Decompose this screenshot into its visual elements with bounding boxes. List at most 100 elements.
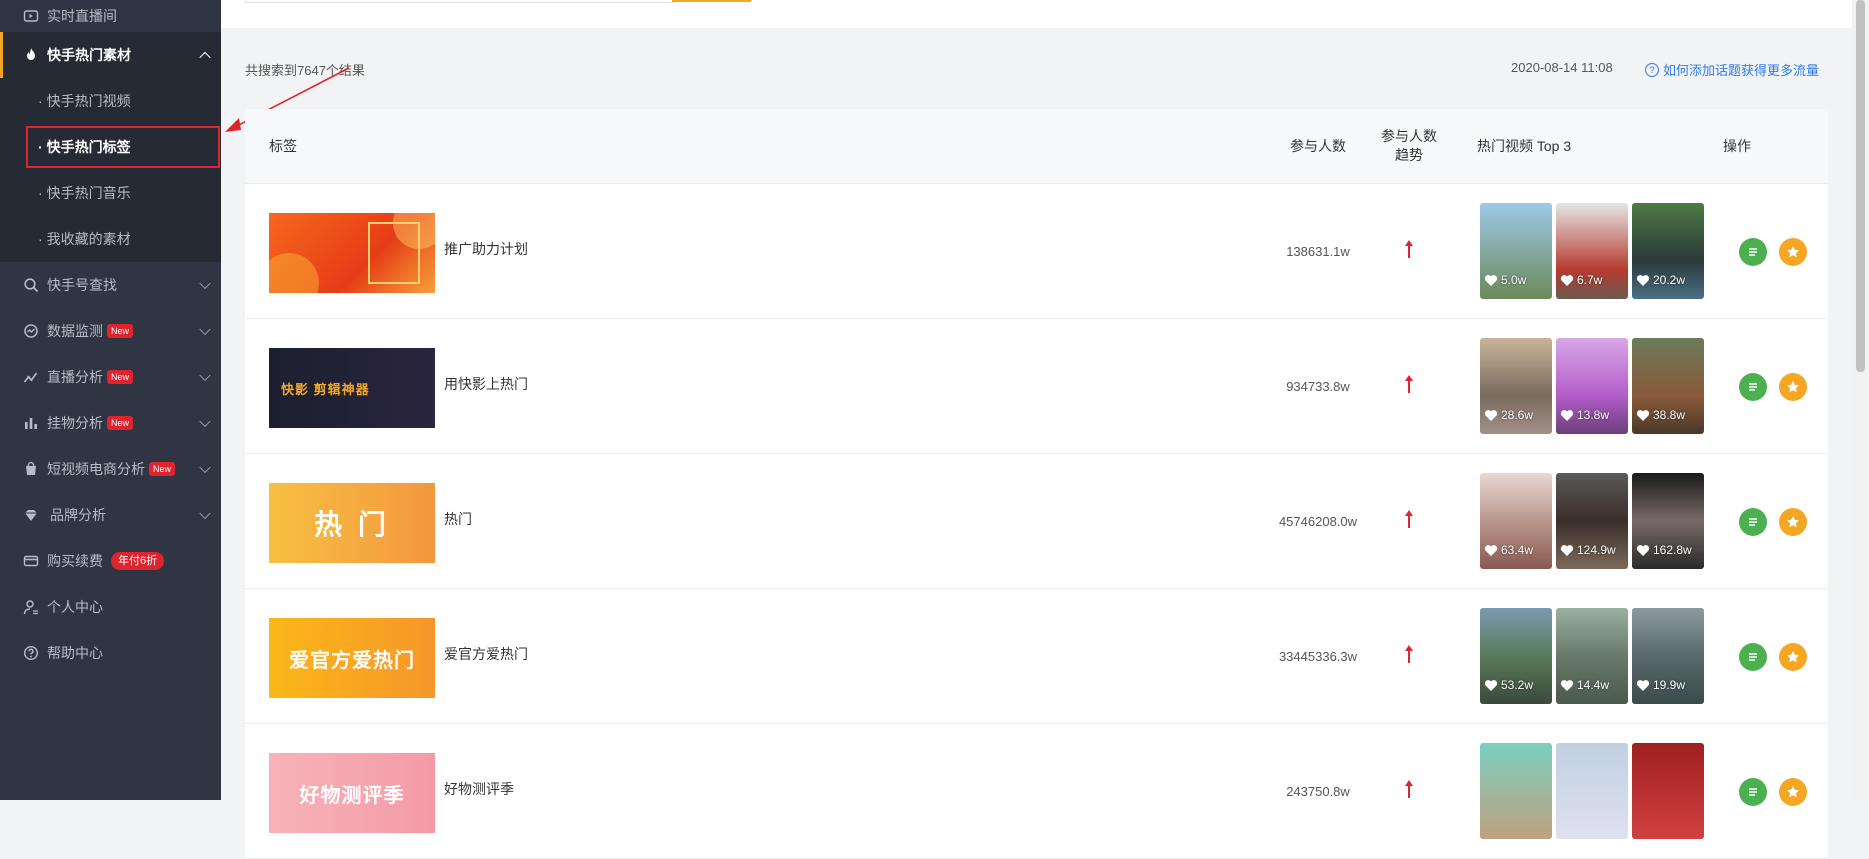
tag-name[interactable]: 用快影上热门 <box>444 374 528 394</box>
favorite-button[interactable] <box>1779 778 1807 806</box>
tag-table: 标签 参与人数 参与人数 趋势 热门视频 Top 3 操作 推广助力计划 1386… <box>245 109 1828 859</box>
help-link[interactable]: ? 如何添加话题获得更多流量 <box>1645 60 1819 79</box>
sidebar-item-label: 快手号查找 <box>47 277 117 293</box>
tag-name[interactable]: 热门 <box>444 509 472 529</box>
heart-icon <box>1560 274 1574 286</box>
video-thumbnail[interactable]: 19.9w <box>1632 608 1704 704</box>
video-likes: 6.7w <box>1560 273 1602 287</box>
participant-count: 243750.8w <box>1286 784 1350 799</box>
search-button[interactable] <box>672 0 752 2</box>
submenu-item-hot-music[interactable]: · 快手热门音乐 <box>0 170 221 216</box>
submenu-item-hot-tag[interactable]: · 快手热门标签 <box>0 124 221 170</box>
favorite-button[interactable] <box>1779 508 1807 536</box>
list-icon <box>1749 248 1757 256</box>
detail-button[interactable] <box>1739 373 1767 401</box>
top3-videos: 5.0w 6.7w 20.2w <box>1480 203 1704 299</box>
sidebar-item-account-search[interactable]: 快手号查找 <box>0 262 221 308</box>
tag-name[interactable]: 推广助力计划 <box>444 239 528 259</box>
thumbnail-text: 爱官方爱热门 <box>289 649 415 672</box>
video-thumbnail[interactable]: 14.4w <box>1556 608 1628 704</box>
top-bar <box>221 0 1869 28</box>
sidebar-item-ecommerce-analysis[interactable]: 短视频电商分析 New <box>0 446 221 492</box>
heart-icon <box>1484 274 1498 286</box>
detail-button[interactable] <box>1739 238 1767 266</box>
video-thumbnail[interactable]: 53.2w <box>1480 608 1552 704</box>
search-input[interactable] <box>245 0 675 3</box>
tag-name[interactable]: 爱官方爱热门 <box>444 644 528 664</box>
sidebar-item-live-analysis[interactable]: 直播分析 New <box>0 354 221 400</box>
participant-count: 934733.8w <box>1286 379 1350 394</box>
shopping-bag-icon <box>22 460 40 478</box>
video-thumbnail[interactable]: 124.9w <box>1556 473 1628 569</box>
submenu-item-hot-video[interactable]: · 快手热门视频 <box>0 78 221 124</box>
tag-thumbnail[interactable]: 好物测评季 <box>269 753 435 833</box>
thumbnail-text: 好物测评季 <box>299 784 405 807</box>
video-thumbnail[interactable]: 13.8w <box>1556 338 1628 434</box>
video-thumbnail[interactable]: 38.8w <box>1632 338 1704 434</box>
scrollbar-thumb[interactable] <box>1856 0 1865 372</box>
heart-icon <box>1560 679 1574 691</box>
tag-name[interactable]: 好物测评季 <box>444 779 514 799</box>
detail-button[interactable] <box>1739 778 1767 806</box>
detail-button[interactable] <box>1739 508 1767 536</box>
video-thumbnail[interactable]: 28.6w <box>1480 338 1552 434</box>
video-thumbnail[interactable]: 6.7w <box>1556 203 1628 299</box>
monitor-icon <box>22 322 40 340</box>
sidebar-item-goods-analysis[interactable]: 挂物分析 New <box>0 400 221 446</box>
list-icon <box>1749 653 1757 661</box>
video-thumbnail[interactable] <box>1556 743 1628 839</box>
chevron-down-icon <box>199 415 211 428</box>
detail-button[interactable] <box>1739 643 1767 671</box>
tag-thumbnail[interactable]: 爱官方爱热门 <box>269 618 435 698</box>
sidebar-item-data-monitor[interactable]: 数据监测 New <box>0 308 221 354</box>
favorite-button[interactable] <box>1779 643 1807 671</box>
video-thumbnail[interactable]: 5.0w <box>1480 203 1552 299</box>
new-badge: New <box>107 324 134 338</box>
sidebar-item-profile[interactable]: 个人中心 <box>0 584 221 630</box>
row-operations <box>1739 643 1807 671</box>
search-icon <box>22 276 40 294</box>
favorite-button[interactable] <box>1779 373 1807 401</box>
video-likes: 20.2w <box>1636 273 1685 287</box>
video-thumbnail[interactable]: 20.2w <box>1632 203 1704 299</box>
sidebar-item-help[interactable]: 帮助中心 <box>0 630 221 676</box>
trend-up-icon <box>1375 239 1443 262</box>
video-thumbnail[interactable] <box>1480 743 1552 839</box>
participant-count: 33445336.3w <box>1278 649 1358 664</box>
heart-icon <box>1560 409 1574 421</box>
likes-value: 53.2w <box>1501 678 1534 692</box>
new-badge: New <box>107 416 134 430</box>
likes-value: 20.2w <box>1653 273 1686 287</box>
video-likes: 14.4w <box>1560 678 1609 692</box>
sidebar-item-label: 数据监测 <box>47 323 103 339</box>
video-thumbnail[interactable]: 162.8w <box>1632 473 1704 569</box>
likes-value: 14.4w <box>1577 678 1610 692</box>
trend-up-icon <box>1375 779 1443 802</box>
star-icon <box>1787 786 1799 798</box>
tag-thumbnail[interactable] <box>269 213 435 293</box>
tag-thumbnail[interactable]: 快影 剪辑神器 <box>269 348 435 428</box>
video-thumbnail[interactable]: 63.4w <box>1480 473 1552 569</box>
video-likes: 5.0w <box>1484 273 1526 287</box>
header-trend: 参与人数 趋势 <box>1375 109 1443 183</box>
sidebar-item-hot-material[interactable]: 快手热门素材 <box>0 32 221 78</box>
sidebar-item-label: 实时直播间 <box>47 8 117 24</box>
submenu-item-favorites[interactable]: · 我收藏的素材 <box>0 216 221 262</box>
video-likes: 124.9w <box>1560 543 1616 557</box>
scrollbar[interactable] <box>1852 0 1869 800</box>
star-icon <box>1787 246 1799 258</box>
sidebar-item-live-room[interactable]: 实时直播间 <box>0 0 221 32</box>
likes-value: 5.0w <box>1501 273 1527 287</box>
video-thumbnail[interactable] <box>1632 743 1704 839</box>
list-icon <box>1749 788 1757 796</box>
submenu-label: 快手热门视频 <box>46 93 131 109</box>
tag-thumbnail[interactable]: 热 门 <box>269 483 435 563</box>
favorite-button[interactable] <box>1779 238 1807 266</box>
sidebar-item-brand-analysis[interactable]: 品牌分析 <box>0 492 221 538</box>
thumbnail-art <box>269 213 435 293</box>
help-icon <box>22 644 40 662</box>
table-row: 热 门 热门 45746208.0w 63.4w 124.9w 162.8w <box>245 454 1828 589</box>
sidebar-item-purchase[interactable]: 购买续费 年付6折 <box>0 538 221 584</box>
row-operations <box>1739 508 1807 536</box>
submenu: · 快手热门视频 · 快手热门标签 · 快手热门音乐 · 我收藏的素材 <box>0 78 221 262</box>
